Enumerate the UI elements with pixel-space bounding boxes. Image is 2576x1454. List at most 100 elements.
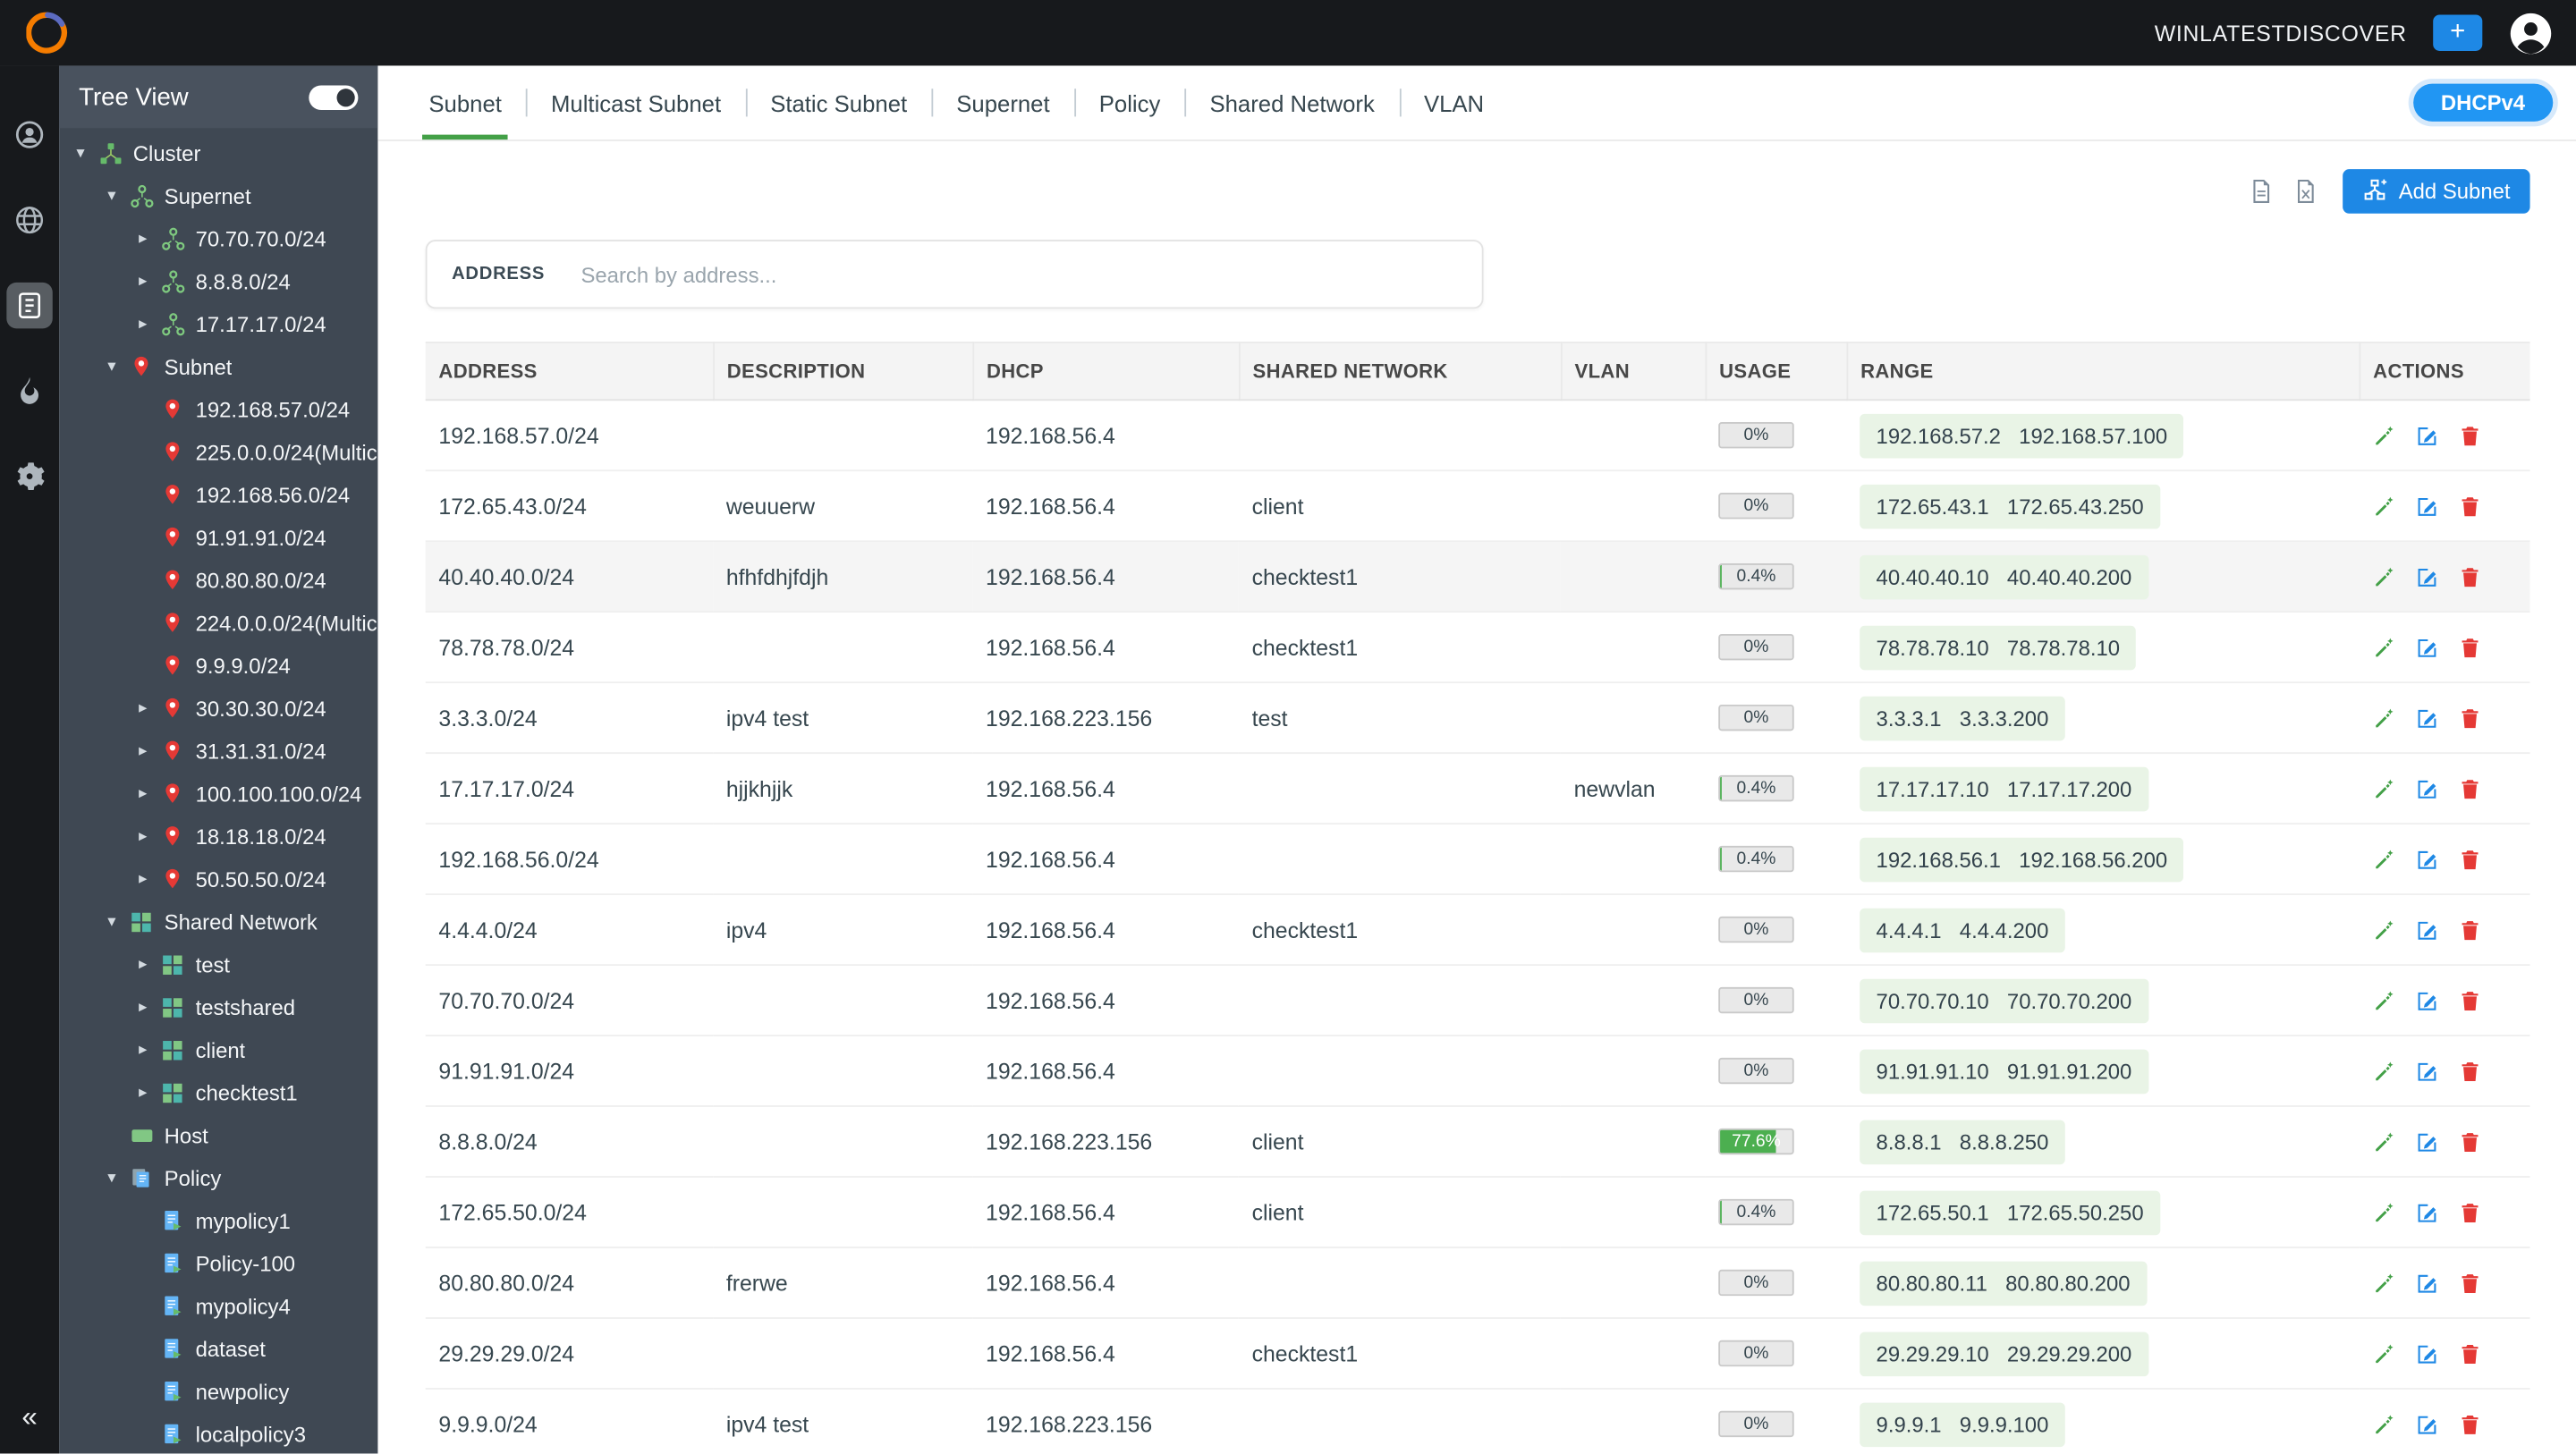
tree-item[interactable]: ▸ 8.8.8.0/24 xyxy=(59,259,377,302)
tree-item[interactable]: ▸ 100.100.100.0/24 xyxy=(59,772,377,815)
address-search-input[interactable] xyxy=(578,260,1457,288)
tab-multicast-subnet[interactable]: Multicast Subnet xyxy=(526,65,745,139)
chevron-icon[interactable]: ▸ xyxy=(135,870,151,888)
table-row[interactable]: 172.65.43.0/24 weuuerw 192.168.56.4 clie… xyxy=(426,470,2530,541)
table-row[interactable]: 192.168.56.0/24 192.168.56.4 0.4% 192.16… xyxy=(426,824,2530,894)
chevron-icon[interactable]: ▾ xyxy=(104,912,120,930)
table-row[interactable]: 80.80.80.0/24 frerwe 192.168.56.4 0% 80.… xyxy=(426,1247,2530,1318)
admin-icon[interactable] xyxy=(6,453,52,499)
tab-vlan[interactable]: VLAN xyxy=(1399,65,1508,139)
tab-shared-network[interactable]: Shared Network xyxy=(1185,65,1399,139)
delete-icon[interactable] xyxy=(2458,636,2483,661)
tree-view-toggle[interactable] xyxy=(309,85,358,110)
tree-item[interactable]: newpolicy xyxy=(59,1370,377,1413)
chevron-icon[interactable]: ▸ xyxy=(135,827,151,845)
delete-icon[interactable] xyxy=(2458,1413,2483,1438)
chevron-icon[interactable]: ▸ xyxy=(135,741,151,759)
configure-icon[interactable] xyxy=(2372,1060,2397,1085)
edit-icon[interactable] xyxy=(2415,636,2440,661)
tree-item[interactable]: ▸ 31.31.31.0/24 xyxy=(59,730,377,773)
delete-icon[interactable] xyxy=(2458,1342,2483,1367)
edit-icon[interactable] xyxy=(2415,848,2440,873)
chevron-icon[interactable]: ▸ xyxy=(135,998,151,1016)
tree-item[interactable]: mypolicy1 xyxy=(59,1199,377,1242)
chevron-icon[interactable]: ▸ xyxy=(135,784,151,802)
delete-icon[interactable] xyxy=(2458,777,2483,802)
edit-icon[interactable] xyxy=(2415,706,2440,731)
table-row[interactable]: 192.168.57.0/24 192.168.56.4 0% 192.168.… xyxy=(426,400,2530,470)
chevron-icon[interactable]: ▾ xyxy=(104,1169,120,1187)
tree-item[interactable]: 225.0.0.0/24(Multicast) xyxy=(59,430,377,473)
tree-item[interactable]: ▸ client xyxy=(59,1028,377,1071)
table-row[interactable]: 29.29.29.0/24 192.168.56.4 checktest1 0%… xyxy=(426,1318,2530,1389)
tree-item[interactable]: ▾ Subnet xyxy=(59,345,377,388)
tree-item[interactable]: ▾ Cluster xyxy=(59,131,377,174)
configure-icon[interactable] xyxy=(2372,989,2397,1014)
export-pdf-icon[interactable] xyxy=(2248,177,2275,205)
table-row[interactable]: 78.78.78.0/24 192.168.56.4 checktest1 0%… xyxy=(426,612,2530,682)
tree-item[interactable]: ▸ 17.17.17.0/24 xyxy=(59,302,377,345)
table-row[interactable]: 8.8.8.0/24 192.168.223.156 client 77.6% … xyxy=(426,1106,2530,1177)
edit-icon[interactable] xyxy=(2415,1060,2440,1085)
chevron-icon[interactable]: ▸ xyxy=(135,699,151,717)
dhcp-icon[interactable] xyxy=(6,368,52,413)
delete-icon[interactable] xyxy=(2458,1201,2483,1226)
table-row[interactable]: 3.3.3.0/24 ipv4 test 192.168.223.156 tes… xyxy=(426,682,2530,753)
table-row[interactable]: 91.91.91.0/24 192.168.56.4 0% 91.91.91.1… xyxy=(426,1036,2530,1106)
chevron-icon[interactable]: ▸ xyxy=(135,1083,151,1101)
configure-icon[interactable] xyxy=(2372,777,2397,802)
delete-icon[interactable] xyxy=(2458,706,2483,731)
configure-icon[interactable] xyxy=(2372,1413,2397,1438)
delete-icon[interactable] xyxy=(2458,1272,2483,1297)
global-add-button[interactable]: + xyxy=(2433,15,2482,51)
configure-icon[interactable] xyxy=(2372,1201,2397,1226)
tree-item[interactable]: ▸ testshared xyxy=(59,985,377,1028)
edit-icon[interactable] xyxy=(2415,989,2440,1014)
edit-icon[interactable] xyxy=(2415,565,2440,590)
tree-item[interactable]: ▸ checktest1 xyxy=(59,1071,377,1114)
chevron-icon[interactable]: ▸ xyxy=(135,955,151,973)
tree-item[interactable]: 192.168.56.0/24 xyxy=(59,473,377,516)
chevron-icon[interactable]: ▸ xyxy=(135,272,151,290)
tab-subnet[interactable]: Subnet xyxy=(404,65,527,139)
tree-item[interactable]: mypolicy4 xyxy=(59,1284,377,1327)
chevron-icon[interactable]: ▸ xyxy=(135,229,151,247)
tree-item[interactable]: 224.0.0.0/24(Multicast) xyxy=(59,601,377,644)
tree-item[interactable]: 91.91.91.0/24 xyxy=(59,516,377,559)
configure-icon[interactable] xyxy=(2372,636,2397,661)
configure-icon[interactable] xyxy=(2372,424,2397,449)
table-row[interactable]: 172.65.50.0/24 192.168.56.4 client 0.4% … xyxy=(426,1177,2530,1247)
tree-item[interactable]: ▾ Shared Network xyxy=(59,900,377,943)
tree-item[interactable]: Policy-100 xyxy=(59,1242,377,1285)
tree-item[interactable]: 192.168.57.0/24 xyxy=(59,387,377,430)
tree-item[interactable]: ▾ Policy xyxy=(59,1156,377,1199)
tree-item[interactable]: ▾ Supernet xyxy=(59,174,377,217)
edit-icon[interactable] xyxy=(2415,1130,2440,1155)
tab-static-subnet[interactable]: Static Subnet xyxy=(746,65,932,139)
tree-item[interactable]: Host xyxy=(59,1113,377,1156)
chevron-icon[interactable]: ▾ xyxy=(104,186,120,204)
export-excel-icon[interactable] xyxy=(2292,177,2319,205)
table-row[interactable]: 70.70.70.0/24 192.168.56.4 0% 70.70.70.1… xyxy=(426,965,2530,1036)
tab-policy[interactable]: Policy xyxy=(1074,65,1185,139)
configure-icon[interactable] xyxy=(2372,565,2397,590)
dhcp-version-pill[interactable]: DHCPv4 xyxy=(2413,84,2554,122)
edit-icon[interactable] xyxy=(2415,1342,2440,1367)
edit-icon[interactable] xyxy=(2415,1201,2440,1226)
tree-item[interactable]: ▸ 18.18.18.0/24 xyxy=(59,815,377,858)
chevron-icon[interactable]: ▸ xyxy=(135,315,151,333)
tree-item[interactable]: 80.80.80.0/24 xyxy=(59,558,377,601)
table-row[interactable]: 4.4.4.0/24 ipv4 192.168.56.4 checktest1 … xyxy=(426,894,2530,965)
ipam-icon[interactable] xyxy=(6,283,52,328)
table-row[interactable]: 9.9.9.0/24 ipv4 test 192.168.223.156 0% … xyxy=(426,1389,2530,1454)
edit-icon[interactable] xyxy=(2415,495,2440,520)
add-subnet-button[interactable]: Add Subnet xyxy=(2343,169,2529,214)
tree-item[interactable]: ▸ 70.70.70.0/24 xyxy=(59,216,377,259)
edit-icon[interactable] xyxy=(2415,1272,2440,1297)
configure-icon[interactable] xyxy=(2372,1130,2397,1155)
chevron-icon[interactable]: ▸ xyxy=(135,1041,151,1059)
edit-icon[interactable] xyxy=(2415,424,2440,449)
collapse-sidebar-button[interactable]: « xyxy=(21,1401,37,1434)
edit-icon[interactable] xyxy=(2415,918,2440,943)
chevron-icon[interactable]: ▾ xyxy=(104,357,120,375)
